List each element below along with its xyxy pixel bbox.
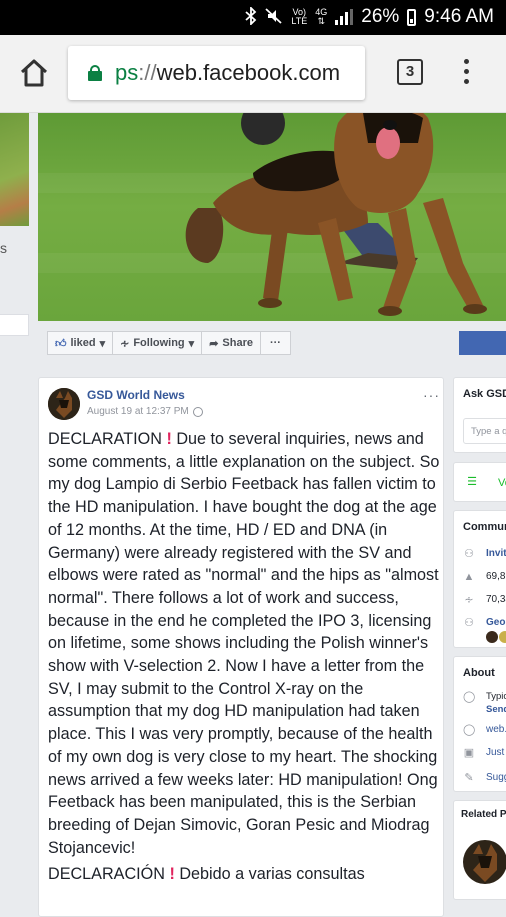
avatar[interactable] [499,631,506,643]
chevron-down-icon: ▾ [99,337,106,350]
share-button[interactable]: ➦ Share [202,331,261,355]
just-for-fun-link[interactable]: Just [486,747,504,758]
home-button[interactable] [18,57,50,89]
people-icon: ⚇ [464,548,474,560]
primary-action-button[interactable] [459,331,506,355]
left-panel-text: s [0,240,7,256]
following-button[interactable]: ∻ Following ▾ [113,331,203,355]
signal-icon [335,9,354,25]
about-card: About ◯ Typic Send ◯ web. ▣ Just ✎ Sugg [453,656,506,792]
calendar-icon: ▣ [463,747,475,759]
thumbs-up-icon: 👍︎ [55,337,67,350]
messenger-icon: ☰ [467,476,477,488]
messenger-icon: ◯ [463,691,476,703]
rss-icon: ∻ [464,594,474,606]
page-action-bar: 👍︎ liked ▾ ∻ Following ▾ ➦ Share ··· [47,331,291,355]
members-link[interactable]: Geor [486,617,506,628]
browser-toolbar: ps://web.facebook.com 3 [0,35,506,113]
avatar[interactable] [48,388,80,420]
volte-indicator: Vo) LTE [291,7,308,26]
left-panel-strip [0,314,29,336]
about-title: About [463,667,495,679]
community-title: Commun [463,521,506,533]
globe-icon [192,406,203,417]
suggest-edits-link[interactable]: Sugg [486,772,506,783]
post-timestamp[interactable]: August 19 at 12:37 PM [87,406,203,417]
overflow-menu-button[interactable] [461,59,471,87]
clock: 9:46 AM [424,6,494,27]
network-type-indicator: 4G ⇅ [315,7,328,26]
cover-photo[interactable] [38,113,506,321]
bluetooth-icon [245,5,257,27]
more-options-button[interactable]: ··· [260,331,291,355]
website-link[interactable]: web. [486,724,506,735]
lock-icon [88,65,102,81]
follows-count: 70,34 [486,594,506,605]
pencil-icon: ✎ [464,772,474,784]
post-body: DECLARATION ! Due to several inquiries, … [48,430,440,884]
ask-card: Ask GSD Type a q [453,377,506,453]
avatar[interactable] [486,631,498,643]
home-icon [20,59,48,87]
globe-icon: ◯ [463,724,476,736]
tab-switcher-button[interactable]: 3 [397,59,423,85]
url-text[interactable]: ps://web.facebook.com [115,60,340,86]
people-icon: ⚇ [464,617,474,629]
send-message-link[interactable]: Send [486,704,506,715]
related-page-avatar[interactable] [463,840,506,884]
invite-link[interactable]: Invite [486,548,506,559]
chevron-down-icon: ▾ [188,337,195,350]
post-options-button[interactable]: ··· [423,387,440,403]
profile-photo-thumbnail[interactable] [0,113,29,226]
community-card: Commun ⚇ Invite ▲ 69,86 ∻ 70,34 ⚇ Geor [453,510,506,648]
related-pages-title: Related Pa [461,809,506,820]
thumbs-up-icon: ▲ [463,571,475,583]
battery-percent: 26% [361,6,400,27]
liked-button[interactable]: 👍︎ liked ▾ [47,331,114,355]
battery-icon [407,8,417,26]
rss-icon: ∻ [120,337,130,350]
ask-card-title: Ask GSD [463,388,506,400]
url-bar[interactable]: ps://web.facebook.com [68,46,365,100]
ask-input[interactable]: Type a q [463,418,506,444]
german-shepherd-image [185,113,487,316]
related-pages-card: Related Pa [453,800,506,900]
status-bar: Vo) LTE 4G ⇅ 26% 9:46 AM [0,0,506,35]
messenger-card[interactable]: ☰ Ve [453,462,506,502]
share-icon: ➦ [209,337,219,350]
post-author[interactable]: GSD World News [87,388,185,402]
post-card: GSD World News August 19 at 12:37 PM ···… [38,377,444,917]
mute-icon [265,7,283,27]
likes-count: 69,86 [486,571,506,582]
